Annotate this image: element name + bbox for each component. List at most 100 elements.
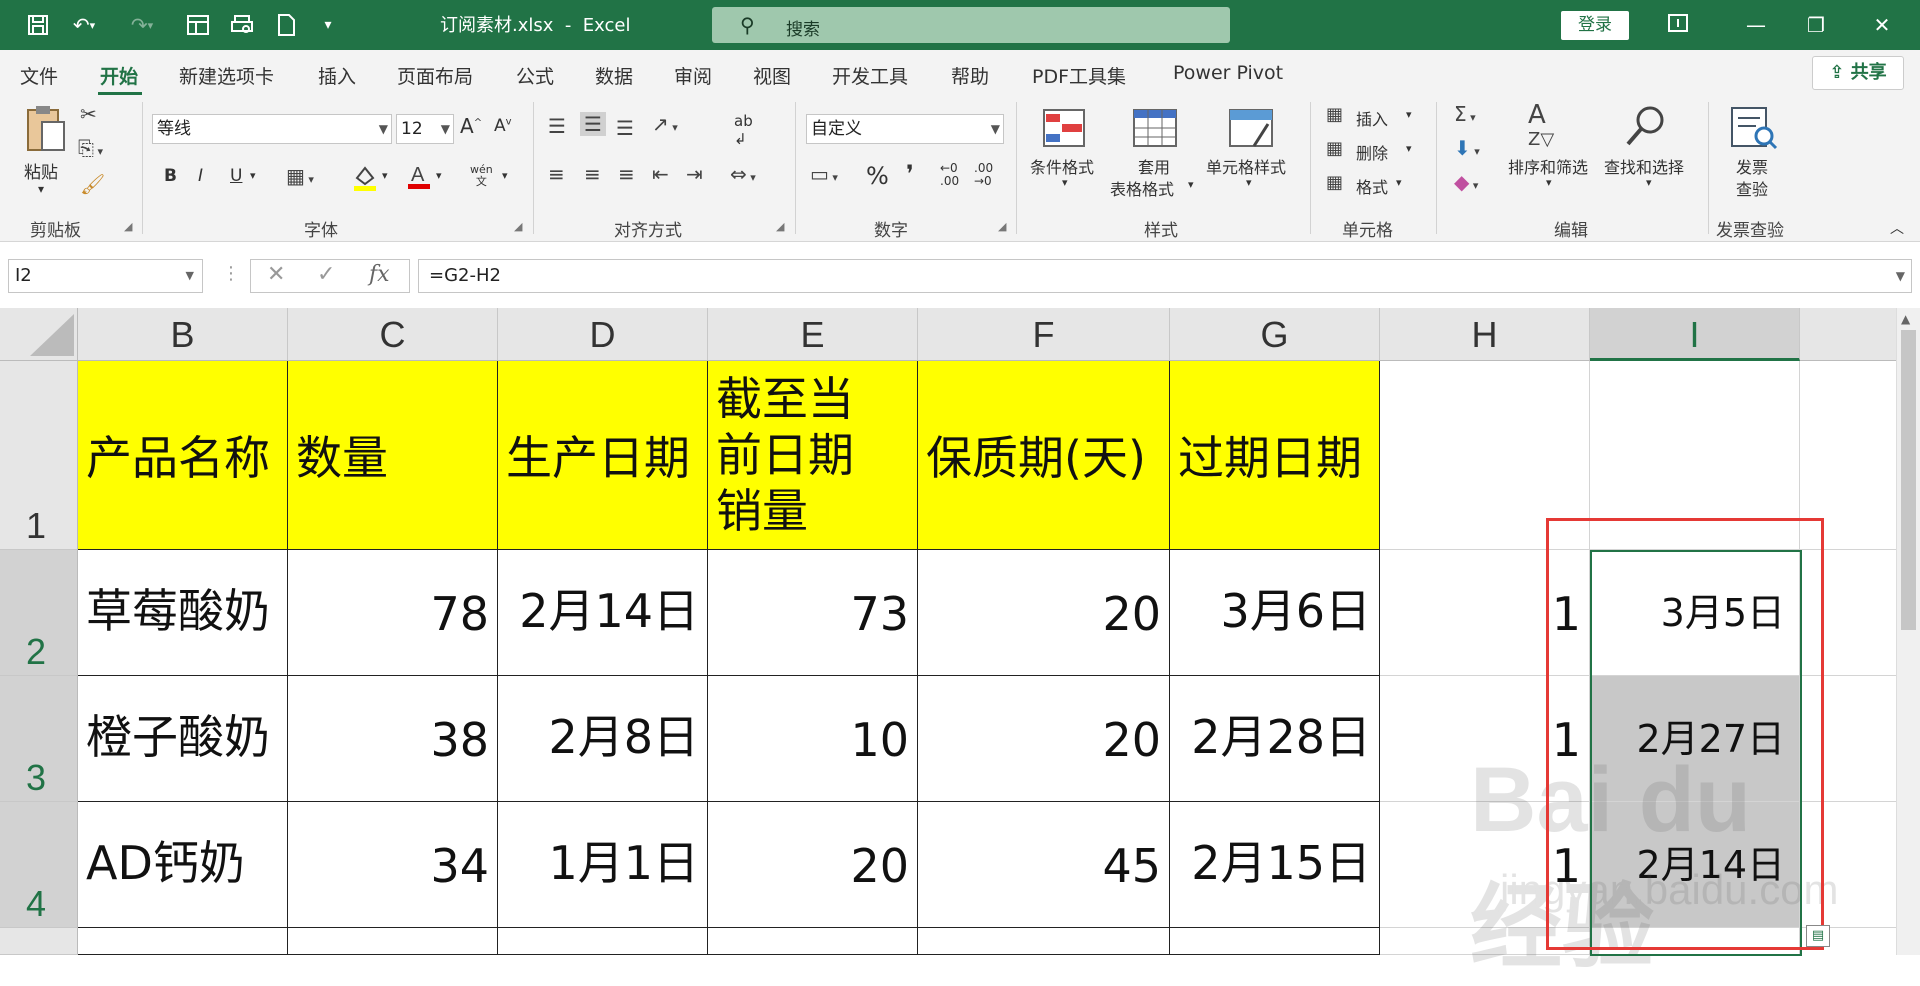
cell-d2[interactable]: 2月14日 (498, 550, 708, 676)
cell-c3[interactable]: 38 (288, 676, 498, 802)
cell-d5[interactable] (498, 928, 708, 955)
save-icon[interactable] (22, 9, 54, 41)
scroll-up-icon[interactable]: ▲ (1901, 312, 1910, 326)
comma-button[interactable]: ❜ (906, 160, 914, 188)
tab-power-pivot[interactable]: Power Pivot (1173, 62, 1283, 84)
cell-i2[interactable]: 3月5日 (1590, 550, 1800, 676)
cell-f3[interactable]: 20 (918, 676, 1170, 802)
tab-pdf-tools[interactable]: PDF工具集 (1032, 62, 1126, 89)
clipboard-launcher-icon[interactable]: ◢ (124, 220, 132, 233)
quick-analysis-icon[interactable]: ▤ (1806, 925, 1830, 947)
format-painter-icon[interactable]: 🖌 (80, 172, 105, 196)
chevron-down-icon[interactable]: ▾ (382, 169, 388, 182)
cell-e2[interactable]: 73 (708, 550, 918, 676)
tab-home[interactable]: 开始 (100, 62, 138, 89)
insert-function-icon[interactable]: fx (369, 262, 390, 287)
column-header-i[interactable]: I (1590, 308, 1800, 361)
form-icon[interactable] (182, 9, 214, 41)
document-icon[interactable] (270, 9, 302, 41)
borders-icon[interactable]: ▦ ▾ (286, 164, 314, 188)
select-all-button[interactable] (0, 308, 78, 361)
tab-review[interactable]: 审阅 (674, 62, 712, 89)
decrease-decimal-icon[interactable]: .00 →0 (974, 162, 993, 188)
cell-c1[interactable]: 数量 (288, 361, 498, 550)
merge-center-icon[interactable]: ⇔ ▾ (730, 162, 756, 186)
cell-b2[interactable]: 草莓酸奶 (78, 550, 288, 676)
row-header-4[interactable]: 4 (0, 802, 78, 928)
phonetic-icon[interactable]: wén 文 (470, 164, 493, 188)
minimize-icon[interactable]: — (1736, 10, 1776, 40)
alignment-launcher-icon[interactable]: ◢ (776, 220, 784, 233)
cell-c5[interactable] (288, 928, 498, 955)
decrease-font-icon[interactable]: Av (494, 116, 512, 136)
cell-d4[interactable]: 1月1日 (498, 802, 708, 928)
column-header-g[interactable]: G (1170, 308, 1380, 361)
more-options-icon[interactable]: ⋮ (222, 263, 240, 284)
formula-input[interactable]: =G2-H2 ▼ (418, 259, 1912, 293)
cell-f1[interactable]: 保质期(天) (918, 361, 1170, 550)
tab-file[interactable]: 文件 (20, 62, 58, 89)
chevron-down-icon[interactable]: ▾ (436, 169, 442, 182)
cell-g1[interactable]: 过期日期 (1170, 361, 1380, 550)
tab-developer[interactable]: 开发工具 (832, 62, 908, 89)
redo-icon[interactable]: ↷ ▾ (126, 9, 158, 41)
cell-e5[interactable] (708, 928, 918, 955)
row-header-2[interactable]: 2 (0, 550, 78, 676)
align-middle-icon[interactable]: ☰ (580, 112, 606, 136)
align-center-icon[interactable]: ≡ (584, 162, 601, 186)
ribbon-display-icon[interactable] (1658, 10, 1698, 40)
orientation-icon[interactable]: ↗ ▾ (652, 112, 678, 136)
share-button[interactable]: ⇪ 共享 (1812, 56, 1904, 90)
column-header-j[interactable] (1800, 308, 1896, 361)
cell-f2[interactable]: 20 (918, 550, 1170, 676)
print-preview-icon[interactable] (226, 9, 258, 41)
increase-font-icon[interactable]: A^ (460, 114, 482, 138)
column-header-e[interactable]: E (708, 308, 918, 361)
increase-indent-icon[interactable]: ⇥ (686, 162, 703, 186)
cell-c2[interactable]: 78 (288, 550, 498, 676)
align-top-icon[interactable]: ☰ (548, 114, 566, 138)
vertical-scrollbar[interactable]: ▲ (1896, 308, 1920, 955)
fill-color-icon[interactable] (352, 164, 378, 197)
align-bottom-icon[interactable]: ☰ (616, 116, 634, 140)
font-color-icon[interactable]: A (406, 162, 432, 195)
font-launcher-icon[interactable]: ◢ (514, 220, 522, 233)
undo-icon[interactable]: ↶ ▾ (68, 9, 100, 41)
tab-data[interactable]: 数据 (595, 62, 633, 89)
cell-i5[interactable] (1590, 928, 1800, 955)
close-icon[interactable]: ✕ (1862, 10, 1902, 40)
cell-g2[interactable]: 3月6日 (1170, 550, 1380, 676)
customize-dropdown-icon[interactable]: ▾ (312, 9, 344, 41)
cell-b5[interactable] (78, 928, 288, 955)
bold-button[interactable]: B (164, 166, 177, 186)
row-header-5[interactable] (0, 928, 78, 955)
tab-formulas[interactable]: 公式 (516, 62, 554, 89)
row-header-1[interactable]: 1 (0, 361, 78, 550)
restore-icon[interactable]: ❐ (1796, 10, 1836, 40)
cell-b3[interactable]: 橙子酸奶 (78, 676, 288, 802)
cell-c4[interactable]: 34 (288, 802, 498, 928)
tab-new[interactable]: 新建选项卡 (179, 62, 274, 89)
cell-e4[interactable]: 20 (708, 802, 918, 928)
tab-page-layout[interactable]: 页面布局 (397, 62, 473, 89)
column-header-h[interactable]: H (1380, 308, 1590, 361)
tab-help[interactable]: 帮助 (951, 62, 989, 89)
cell-h4[interactable]: 1 (1380, 802, 1590, 928)
column-header-c[interactable]: C (288, 308, 498, 361)
cell-g5[interactable] (1170, 928, 1380, 955)
cell-d1[interactable]: 生产日期 (498, 361, 708, 550)
font-name-combo[interactable]: 等线 ▼ (152, 114, 392, 144)
tab-view[interactable]: 视图 (753, 62, 791, 89)
underline-button[interactable]: U (230, 166, 242, 186)
column-header-b[interactable]: B (78, 308, 288, 361)
column-header-d[interactable]: D (498, 308, 708, 361)
cell-b1[interactable]: 产品名称 (78, 361, 288, 550)
cut-icon[interactable]: ✂ (80, 102, 97, 126)
cell-e1[interactable]: 截至当前日期销量 (708, 361, 918, 550)
align-left-icon[interactable]: ≡ (548, 162, 565, 186)
clear-icon[interactable]: ◆ ▾ (1454, 170, 1478, 194)
fill-icon[interactable]: ⬇ ▾ (1454, 136, 1480, 160)
accounting-icon[interactable]: ▭ ▾ (810, 162, 838, 186)
cell-j3[interactable] (1800, 676, 1896, 802)
cell-j2[interactable] (1800, 550, 1896, 676)
